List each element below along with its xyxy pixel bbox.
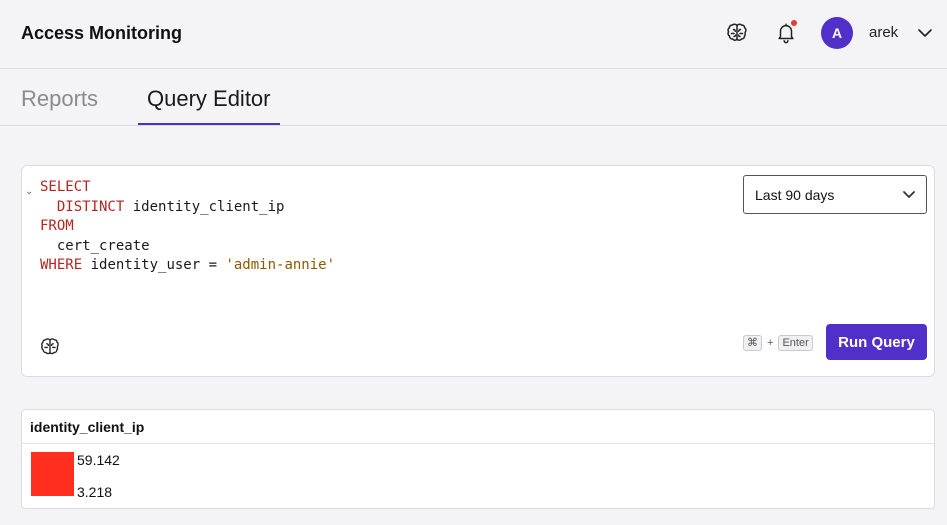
sql-keyword: WHERE [40,257,83,273]
sql-keyword: SELECT [40,179,91,195]
shortcut-plus: + [767,337,774,349]
tab-reports[interactable]: Reports [21,86,98,112]
fold-chevron-icon[interactable]: ⌄ [25,186,33,197]
table-cell: 59.142 [77,452,120,468]
brain-icon[interactable] [724,20,750,46]
sql-keyword: FROM [40,218,74,234]
command-key: ⌘ [743,335,762,351]
chevron-down-icon [903,191,915,198]
redaction-box [31,452,74,496]
divider [22,443,934,444]
sql-table: cert_create [56,237,150,254]
query-editor-panel: ⌄ SELECT DISTINCT identity_client_ip FRO… [21,165,935,377]
avatar[interactable]: A [821,17,853,49]
notification-dot [791,20,797,26]
tab-bar: Reports Query Editor [0,69,947,126]
run-query-button[interactable]: Run Query [826,324,927,360]
chevron-down-icon[interactable] [916,26,934,40]
top-bar: Access Monitoring A arek [0,0,947,69]
sql-string: 'admin-annie' [225,257,336,273]
app-title: Access Monitoring [21,23,183,43]
time-range-value: Last 90 days [755,187,835,203]
sql-column: identity_client_ip [124,198,285,215]
table-cell: 3.218 [77,484,113,500]
brain-icon[interactable] [39,336,63,360]
enter-key: Enter [778,335,813,351]
sql-keyword: DISTINCT [56,198,125,215]
column-header[interactable]: identity_client_ip [30,419,144,435]
tab-query-editor[interactable]: Query Editor [147,86,271,112]
time-range-select[interactable]: Last 90 days [743,175,927,214]
username[interactable]: arek [869,24,898,41]
results-table: identity_client_ip 59.142 3.218 [21,409,935,509]
bell-icon[interactable] [773,20,799,46]
sql-condition: identity_user = [82,257,226,273]
keyboard-shortcut-hint: ⌘ + Enter [743,334,813,352]
active-tab-indicator [138,123,280,125]
sql-code-editor[interactable]: SELECT DISTINCT identity_client_ip FROM … [40,178,335,276]
